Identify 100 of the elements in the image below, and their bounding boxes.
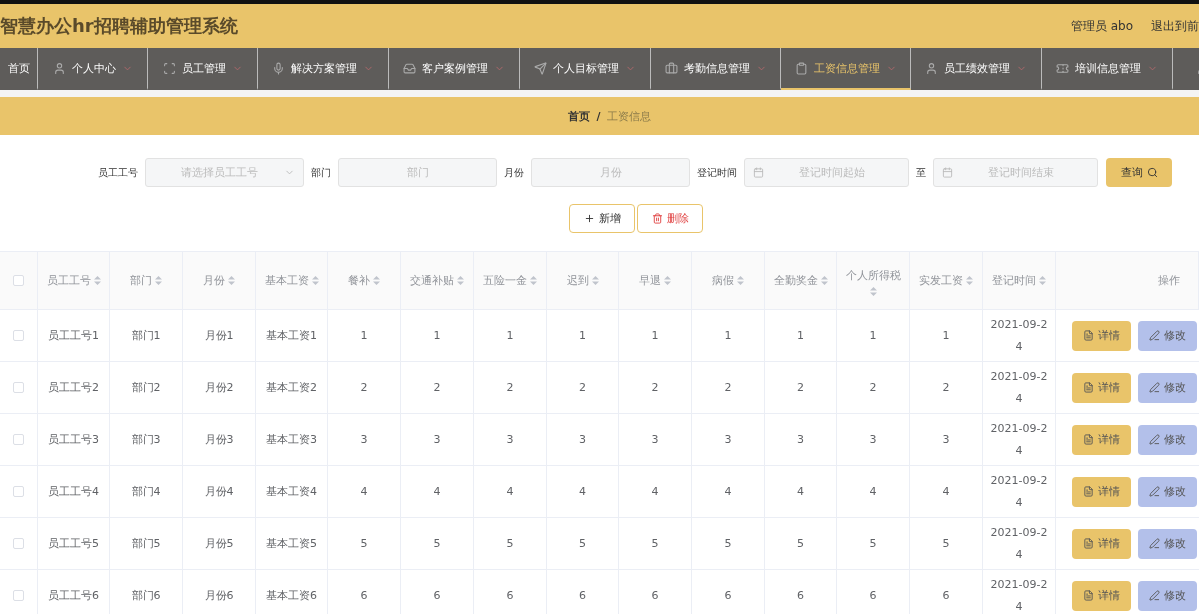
- table-cell-text: 基本工资4: [266, 483, 317, 500]
- table-cell-text: 1: [869, 327, 877, 344]
- column-header[interactable]: 登记时间: [983, 252, 1056, 309]
- column-header[interactable]: 员工工号: [38, 252, 110, 309]
- table-cell-text: 3: [579, 431, 586, 448]
- edit-button[interactable]: 修改: [1138, 424, 1197, 455]
- column-header[interactable]: 实发工资: [910, 252, 983, 309]
- column-header[interactable]: 早退: [619, 252, 692, 309]
- table-cell-text: 5: [942, 535, 950, 552]
- table-cell-text: 5: [579, 535, 586, 552]
- column-header[interactable]: 全勤奖金: [765, 252, 837, 309]
- column-header[interactable]: 病假: [692, 252, 765, 309]
- search-button[interactable]: 查询: [1106, 158, 1172, 187]
- details-button[interactable]: 详情: [1072, 372, 1131, 403]
- column-header[interactable]: 部门: [110, 252, 183, 309]
- nav-item[interactable]: 员工管理: [148, 48, 258, 90]
- document-icon: [1083, 538, 1094, 549]
- edit-button[interactable]: 修改: [1138, 476, 1197, 507]
- column-header[interactable]: 餐补: [328, 252, 401, 309]
- table-cell-text: 员工工号5: [48, 535, 99, 552]
- edit-button[interactable]: 修改: [1138, 580, 1197, 611]
- row-checkbox[interactable]: [13, 434, 24, 445]
- nav-item[interactable]: 工资信息管理: [781, 48, 911, 90]
- logout-link[interactable]: 退出到前: [1151, 17, 1199, 35]
- table-cell-text: 5: [506, 535, 514, 552]
- table-cell-text: 基本工资1: [266, 327, 317, 344]
- nav-item[interactable]: 个人目标管理: [520, 48, 651, 90]
- field-label: 月份: [504, 165, 524, 180]
- sort-icon[interactable]: [869, 287, 877, 296]
- delete-button[interactable]: 删除: [637, 204, 703, 233]
- add-button[interactable]: 新增: [569, 204, 635, 233]
- document-icon: [1083, 434, 1094, 445]
- sort-icon[interactable]: [93, 276, 101, 285]
- table-cell-text: 5: [651, 535, 659, 552]
- breadcrumb-current: 工资信息: [606, 108, 651, 124]
- column-header[interactable]: 迟到: [547, 252, 619, 309]
- sort-icon[interactable]: [664, 276, 671, 285]
- table-cell-text: 2: [797, 379, 804, 396]
- nav-item[interactable]: 首页: [0, 48, 38, 90]
- row-checkbox[interactable]: [13, 382, 24, 393]
- user-icon: [925, 61, 938, 75]
- details-button[interactable]: 详情: [1072, 424, 1131, 455]
- table-cell-text: 部门3: [131, 431, 161, 448]
- table-cell-text: 2021-09-24: [989, 472, 1049, 511]
- nav-item[interactable]: 考勤信息管理: [651, 48, 781, 90]
- sort-icon[interactable]: [737, 276, 744, 285]
- table-cell-text: 2: [360, 379, 368, 396]
- details-button[interactable]: 详情: [1072, 580, 1131, 611]
- nav-item[interactable]: 培训信息管理: [1042, 48, 1173, 90]
- table-cell-text: 1: [433, 327, 441, 344]
- table-cell-text: 4: [579, 483, 586, 500]
- sort-icon[interactable]: [228, 276, 235, 285]
- column-header[interactable]: 月份: [183, 252, 256, 309]
- ticket-icon: [1056, 61, 1069, 75]
- sort-icon[interactable]: [155, 276, 162, 285]
- nav-item[interactable]: 客户案例管理: [389, 48, 520, 90]
- pen-icon: [1149, 434, 1160, 445]
- row-checkbox[interactable]: [13, 330, 24, 341]
- table-cell-text: 1: [651, 327, 659, 344]
- send-icon: [534, 61, 547, 75]
- calendar-icon: [942, 167, 953, 178]
- sort-icon[interactable]: [457, 276, 464, 285]
- edit-button[interactable]: 修改: [1138, 528, 1197, 559]
- row-checkbox[interactable]: [13, 590, 24, 601]
- document-icon: [1083, 590, 1094, 601]
- plus-icon: [583, 213, 595, 224]
- breadcrumb-link[interactable]: 首页: [568, 108, 591, 124]
- table-cell-text: 3: [360, 431, 368, 448]
- table-cell-text: 基本工资5: [266, 535, 317, 552]
- column-header[interactable]: 交通补贴: [401, 252, 474, 309]
- table-cell-text: 6: [651, 587, 659, 604]
- nav-item[interactable]: 员工绩效管理: [911, 48, 1042, 90]
- details-button[interactable]: 详情: [1072, 528, 1131, 559]
- table-cell-text: 5: [869, 535, 877, 552]
- sort-icon[interactable]: [820, 276, 828, 285]
- table-cell-text: 部门6: [131, 587, 161, 604]
- table-cell-text: 员工工号4: [48, 483, 99, 500]
- column-header[interactable]: 基本工资: [256, 252, 328, 309]
- sort-icon[interactable]: [373, 276, 380, 285]
- nav-item[interactable]: 解决方案管理: [258, 48, 389, 90]
- edit-button[interactable]: 修改: [1138, 372, 1197, 403]
- table-cell-text: 部门4: [131, 483, 161, 500]
- field-label: 部门: [311, 165, 331, 180]
- nav-item[interactable]: 个人中心: [38, 48, 148, 90]
- sort-icon[interactable]: [530, 276, 537, 285]
- edit-button[interactable]: 修改: [1138, 320, 1197, 351]
- details-button[interactable]: 详情: [1072, 476, 1131, 507]
- details-button[interactable]: 详情: [1072, 320, 1131, 351]
- column-header: 操作: [1056, 252, 1199, 309]
- table-cell-text: 6: [579, 587, 586, 604]
- sort-icon[interactable]: [966, 276, 973, 285]
- sort-icon[interactable]: [311, 276, 319, 285]
- column-header[interactable]: 五险一金: [474, 252, 547, 309]
- select-all-checkbox[interactable]: [13, 275, 24, 286]
- row-checkbox[interactable]: [13, 538, 24, 549]
- column-header[interactable]: 个人所得税: [837, 252, 910, 309]
- table-cell-text: 4: [724, 483, 732, 500]
- sort-icon[interactable]: [1039, 276, 1046, 285]
- sort-icon[interactable]: [591, 276, 599, 285]
- row-checkbox[interactable]: [13, 486, 24, 497]
